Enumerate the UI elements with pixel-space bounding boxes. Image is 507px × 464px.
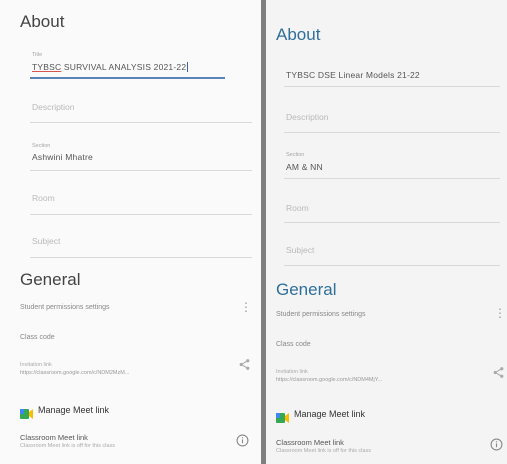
invitation-link-url[interactable]: https://classroom.google.com/c/NDM4MjY..…	[276, 377, 382, 383]
google-meet-icon	[20, 406, 33, 419]
general-heading: General	[276, 280, 337, 299]
description-input[interactable]: Description	[32, 102, 75, 112]
about-heading: About	[276, 25, 321, 44]
section-field-label: Section	[286, 152, 305, 158]
manage-meet-link-button[interactable]: Manage Meet link	[294, 409, 365, 419]
share-icon[interactable]	[238, 358, 251, 376]
section-field-label: Section	[32, 143, 51, 149]
subject-underline	[284, 265, 500, 266]
section-input[interactable]: Ashwini Mhatre	[32, 152, 93, 162]
classroom-meet-link-label: Classroom Meet link	[20, 433, 88, 442]
google-meet-icon	[276, 410, 289, 423]
more-vert-icon[interactable]: ⋮	[494, 306, 506, 320]
student-permissions-row[interactable]: Student permissions settings	[20, 304, 110, 311]
info-icon[interactable]	[236, 434, 249, 452]
description-input[interactable]: Description	[286, 112, 329, 122]
class-code-row[interactable]: Class code	[276, 341, 311, 348]
more-vert-icon[interactable]: ⋮	[240, 300, 252, 314]
info-icon[interactable]	[490, 438, 503, 456]
class-code-row[interactable]: Class code	[20, 334, 55, 341]
title-input[interactable]: TYBSC SURVIVAL ANALYSIS 2021-22	[32, 62, 189, 72]
description-underline	[30, 122, 252, 123]
room-underline	[284, 222, 500, 223]
share-icon[interactable]	[492, 366, 505, 384]
room-underline	[30, 214, 252, 215]
subject-input[interactable]: Subject	[32, 236, 60, 246]
classroom-meet-link-status: Classroom Meet link is off for this clas…	[276, 448, 371, 454]
subject-input[interactable]: Subject	[286, 245, 314, 255]
title-field-label: Title	[32, 52, 43, 58]
manage-meet-link-button[interactable]: Manage Meet link	[38, 405, 109, 415]
about-heading: About	[20, 12, 65, 31]
invitation-link-label: Invitation link	[20, 362, 52, 368]
room-input[interactable]: Room	[286, 203, 309, 213]
title-input[interactable]: TYBSC DSE Linear Models 21-22	[286, 70, 420, 80]
invitation-link-label: Invitation link	[276, 369, 308, 375]
section-input[interactable]: AM & NN	[286, 162, 323, 172]
title-underline	[284, 86, 500, 87]
title-value-rest: SURVIVAL ANALYSIS 2021-22	[61, 62, 187, 72]
right-class-settings-panel: About TYBSC DSE Linear Models 21-22 Desc…	[266, 0, 507, 464]
section-underline	[284, 178, 500, 179]
subject-underline	[30, 257, 252, 258]
classroom-meet-link-status: Classroom Meet link is off for this clas…	[20, 443, 115, 449]
title-field-underline	[30, 77, 225, 79]
title-value-prefix: TYBSC	[32, 62, 62, 72]
text-caret	[187, 62, 189, 72]
section-underline	[30, 170, 252, 171]
left-class-settings-panel: About Title TYBSC SURVIVAL ANALYSIS 2021…	[0, 0, 261, 464]
invitation-link-url[interactable]: https://classroom.google.com/c/NDM2MzM..…	[20, 370, 129, 376]
general-heading: General	[20, 270, 81, 289]
classroom-meet-link-label: Classroom Meet link	[276, 438, 344, 447]
room-input[interactable]: Room	[32, 193, 55, 203]
description-underline	[284, 132, 500, 133]
student-permissions-row[interactable]: Student permissions settings	[276, 311, 366, 318]
